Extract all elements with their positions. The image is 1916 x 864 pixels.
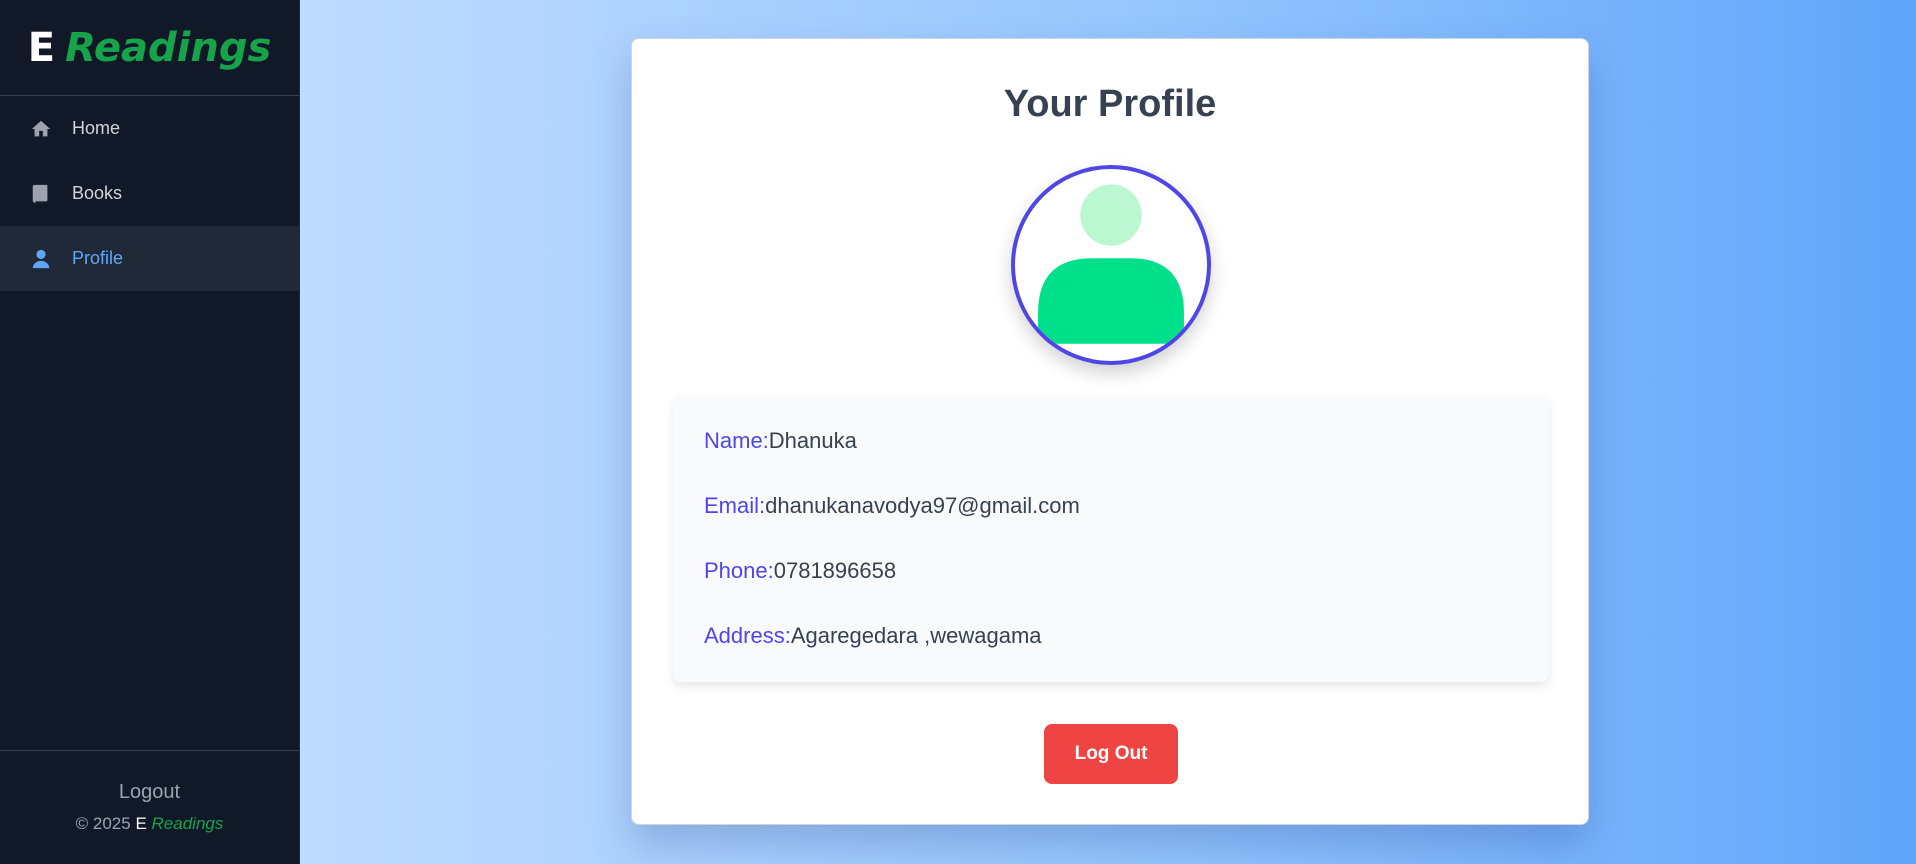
user-icon bbox=[30, 248, 52, 270]
copyright-prefix: © 2025 bbox=[75, 814, 131, 833]
sidebar: E Readings Home Books Profile Logout © 2… bbox=[0, 0, 300, 864]
home-icon bbox=[30, 118, 52, 140]
profile-phone-row: Phone: 0781896658 bbox=[704, 558, 1518, 623]
user-avatar-icon bbox=[1011, 165, 1211, 365]
profile-email-row: Email: dhanukanavodya97@gmail.com bbox=[704, 493, 1518, 558]
main-content: Your Profile Name: Dhanuka Email: dhanukan… bbox=[300, 0, 1916, 864]
sidebar-item-label: Profile bbox=[72, 248, 124, 268]
sidebar-item-profile[interactable]: Profile bbox=[0, 226, 299, 291]
copyright-brand-letter: E bbox=[135, 814, 147, 833]
name-value: Dhanuka bbox=[768, 428, 857, 453]
address-label: Address: bbox=[704, 623, 791, 648]
sidebar-footer: Logout © 2025 E Readings bbox=[0, 750, 299, 864]
copyright-brand-name: Readings bbox=[151, 814, 224, 833]
sidebar-item-label: Books bbox=[72, 183, 123, 203]
name-label: Name: bbox=[704, 428, 769, 453]
sidebar-item-books[interactable]: Books bbox=[0, 161, 299, 226]
log-out-button[interactable]: Log Out bbox=[1044, 724, 1178, 784]
sidebar-nav: Home Books Profile bbox=[0, 96, 299, 750]
sidebar-item-home[interactable]: Home bbox=[0, 96, 299, 161]
profile-details: Name: Dhanuka Email: dhanukanavodya97@gmai… bbox=[673, 396, 1549, 682]
brand-logo[interactable]: E Readings bbox=[0, 0, 299, 96]
address-value: Agaregedara ,wewagama bbox=[790, 623, 1042, 648]
sidebar-item-label: Home bbox=[72, 118, 121, 138]
page-title: Your Profile bbox=[1003, 83, 1217, 125]
book-icon bbox=[30, 183, 52, 205]
profile-name-row: Name: Dhanuka bbox=[704, 428, 1518, 493]
phone-value: 0781896658 bbox=[773, 558, 897, 583]
brand-letter: E bbox=[27, 24, 56, 71]
sidebar-logout-link[interactable]: Logout bbox=[119, 781, 180, 804]
email-value: dhanukanavodya97@gmail.com bbox=[765, 493, 1080, 518]
profile-address-row: Address: Agaregedara ,wewagama bbox=[704, 623, 1518, 688]
email-label: Email: bbox=[704, 493, 766, 518]
brand-name: Readings bbox=[65, 24, 272, 71]
profile-card: Your Profile Name: Dhanuka Email: dhanukan… bbox=[631, 38, 1589, 825]
phone-label: Phone: bbox=[704, 558, 774, 583]
copyright: © 2025 E Readings bbox=[76, 814, 224, 834]
